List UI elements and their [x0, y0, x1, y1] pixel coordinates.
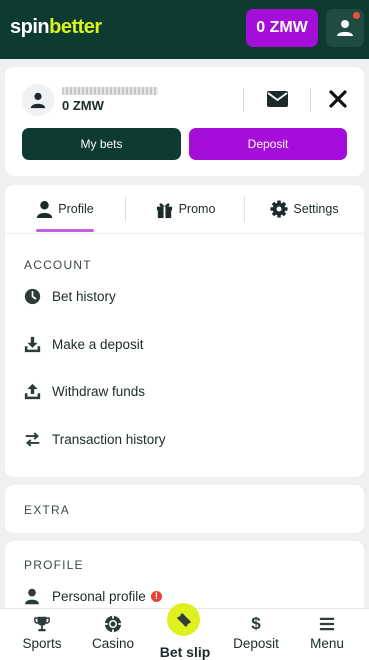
divider — [243, 88, 244, 112]
notification-dot — [353, 12, 360, 19]
tab-settings-label: Settings — [293, 202, 339, 216]
tab-profile[interactable]: Profile — [5, 185, 125, 233]
menu-item-personal-profile[interactable]: Personal profile ! — [22, 584, 162, 608]
divider — [310, 88, 311, 112]
warning-icon: ! — [150, 590, 162, 602]
person-icon — [30, 92, 46, 109]
bottom-navigation: Sports Casino Bet slip $ Deposit Menu — [0, 603, 369, 660]
deposit-button[interactable]: Deposit — [189, 128, 347, 160]
close-icon[interactable] — [328, 89, 348, 109]
gear-icon — [270, 200, 288, 218]
transfer-icon — [22, 429, 42, 449]
hamburger-icon — [319, 617, 335, 631]
casino-chip-icon — [104, 615, 122, 633]
person-icon — [337, 20, 353, 36]
menu-item-label: Bet history — [52, 288, 116, 304]
menu-item-label: Personal profile — [52, 588, 146, 604]
active-tab-indicator — [36, 229, 94, 232]
nav-sports-label: Sports — [22, 636, 62, 651]
account-balance: 0 ZMW — [62, 98, 104, 113]
menu-item-label: Withdraw funds — [52, 383, 146, 399]
tab-profile-label: Profile — [58, 202, 94, 216]
section-title-account: ACCOUNT — [24, 258, 92, 272]
nav-casino-label: Casino — [91, 636, 135, 651]
menu-item-bet-history[interactable]: Bet history — [22, 284, 116, 308]
person-icon — [22, 586, 42, 606]
user-menu-button[interactable] — [326, 9, 364, 47]
download-icon — [22, 334, 42, 354]
spinbetter-logo[interactable]: spinbetter — [10, 16, 102, 39]
clock-icon — [22, 286, 42, 306]
nav-deposit-label: Deposit — [233, 636, 279, 651]
tab-promo-label: Promo — [178, 202, 216, 216]
section-title-extra: EXTRA — [24, 503, 71, 517]
avatar — [22, 84, 54, 116]
profile-menu-card: Profile Promo Settings ACCOUNT Bet histo… — [5, 185, 364, 477]
tab-bar: Profile Promo Settings — [5, 185, 364, 233]
mail-icon[interactable] — [267, 91, 288, 107]
dollar-icon: $ — [251, 614, 261, 633]
gift-icon — [156, 202, 172, 218]
account-card: 0 ZMW My bets Deposit — [5, 67, 364, 176]
nav-sports[interactable]: Sports — [12, 615, 72, 651]
extra-section[interactable]: EXTRA — [5, 485, 364, 533]
nav-menu[interactable]: Menu — [297, 615, 357, 651]
menu-item-withdraw-funds[interactable]: Withdraw funds — [22, 379, 145, 403]
logo-spin-text: spin — [10, 16, 50, 38]
nav-bet-slip-label[interactable]: Bet slip — [155, 644, 215, 660]
menu-item-label: Make a deposit — [52, 336, 144, 352]
nav-menu-label: Menu — [310, 636, 344, 651]
header-balance-button[interactable]: 0 ZMW — [246, 9, 318, 47]
nav-deposit[interactable]: $ Deposit — [226, 614, 286, 652]
logo-better-text: better — [49, 16, 102, 38]
divider — [5, 233, 364, 234]
menu-item-label: Transaction history — [52, 431, 166, 447]
person-icon — [37, 200, 53, 218]
menu-item-transaction-history[interactable]: Transaction history — [22, 427, 166, 451]
ticket-icon — [176, 612, 191, 627]
tab-promo[interactable]: Promo — [126, 185, 244, 233]
my-bets-button[interactable]: My bets — [22, 128, 181, 160]
account-id-masked — [62, 87, 158, 95]
menu-item-make-a-deposit[interactable]: Make a deposit — [22, 332, 144, 356]
section-title-profile: PROFILE — [24, 558, 84, 572]
nav-casino[interactable]: Casino — [83, 615, 143, 651]
tab-settings[interactable]: Settings — [245, 185, 364, 233]
trophy-icon — [34, 616, 50, 632]
upload-icon — [22, 381, 42, 401]
bet-slip-button[interactable] — [167, 603, 200, 636]
app-header: spinbetter 0 ZMW — [0, 0, 369, 59]
